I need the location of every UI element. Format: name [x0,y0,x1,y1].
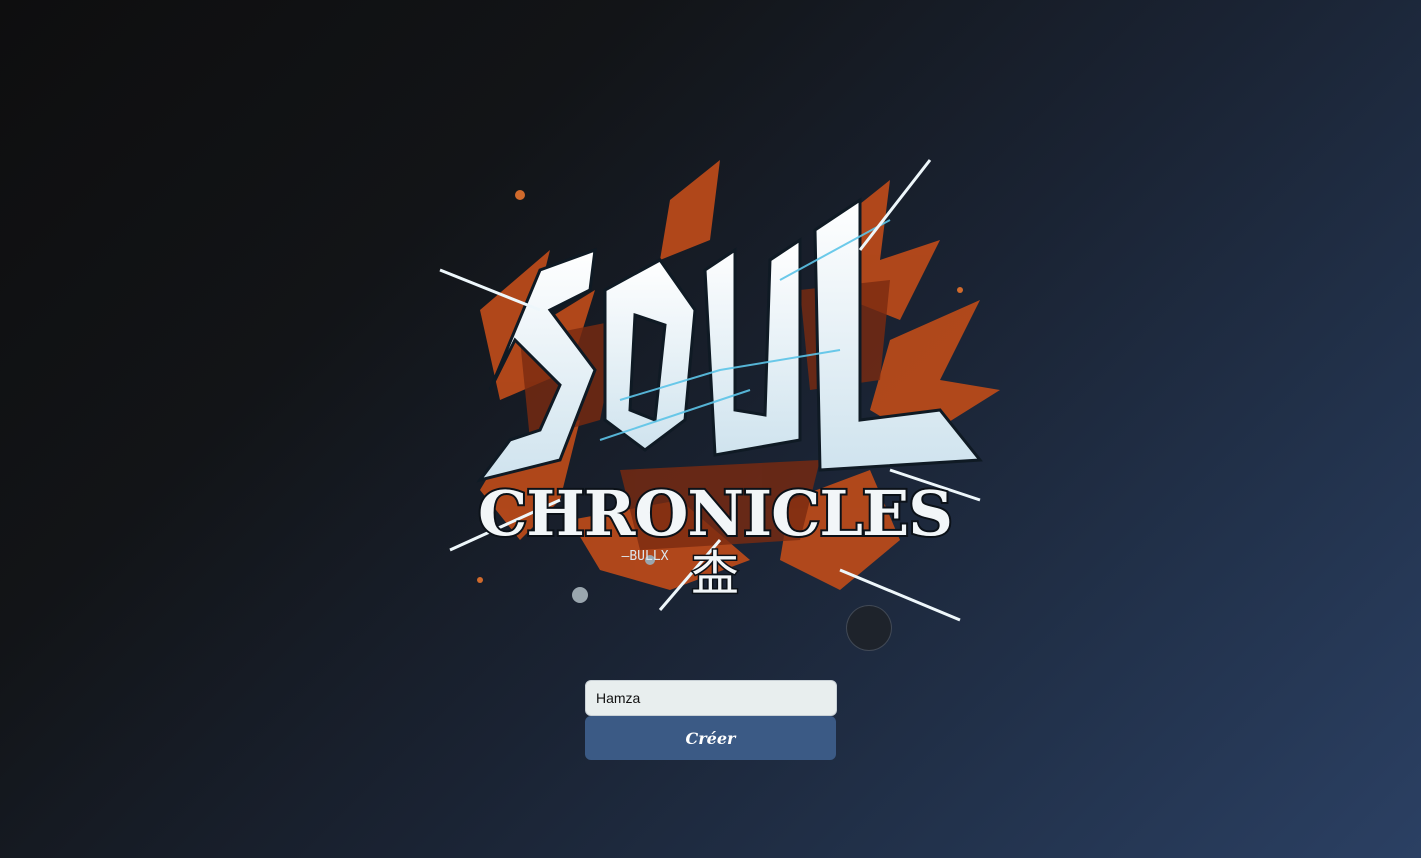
create-character-form: Créer [585,680,837,760]
create-button[interactable]: Créer [585,716,836,760]
game-logo: CHRONICLES —BULLX 㭗 [420,140,1010,640]
name-input[interactable] [585,680,837,716]
logo-kanji-glyph: 㭗 [691,546,739,602]
logo-tagline: —BULLX [622,549,669,564]
soul-chronicles-logo-graphic: CHRONICLES —BULLX 㭗 [439,159,1000,622]
logo-subtitle-text: CHRONICLES [478,477,952,550]
mouse-cursor-indicator [846,605,892,651]
